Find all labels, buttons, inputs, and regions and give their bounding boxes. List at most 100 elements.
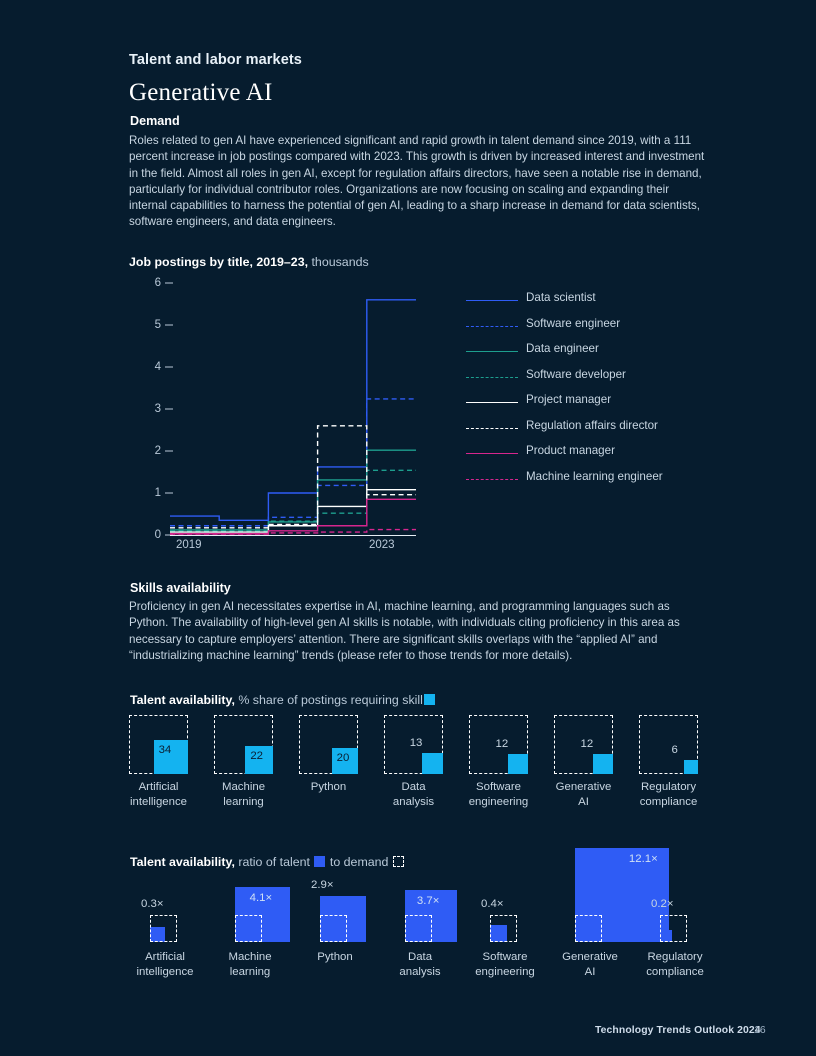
y-tick-label: 3 <box>154 403 161 415</box>
value-label: 13 <box>409 736 423 749</box>
ratio-value-label: 4.1× <box>249 892 273 905</box>
demand-body: Roles related to gen AI have experienced… <box>129 134 705 229</box>
legend-label: Product manager <box>526 444 615 457</box>
legend-item: Software developer <box>466 367 726 393</box>
y-tick-label: 0 <box>154 529 161 541</box>
legend-line-swatch-icon <box>466 376 518 378</box>
demand-reference-box <box>575 915 602 942</box>
bar-cell: 22 Machine learning <box>214 715 273 824</box>
category-label: Software engineering <box>468 781 529 808</box>
category-label: Artificial intelligence <box>136 951 194 978</box>
category-label: Regulatory compliance <box>639 781 698 808</box>
ratio-legend-demand-swatch-icon <box>392 856 404 867</box>
legend-label: Software engineer <box>526 316 621 330</box>
share-chart-title-bold: Talent availability, <box>130 693 235 707</box>
legend-line-swatch-icon <box>466 402 518 403</box>
demand-reference-box <box>660 915 687 942</box>
legend-line-swatch-icon <box>466 427 518 429</box>
category-label: Artificial intelligence <box>130 781 187 808</box>
demand-reference-box <box>320 915 347 942</box>
footer-source: Technology Trends Outlook 2024 <box>595 1025 761 1036</box>
value-label: 34 <box>158 743 172 756</box>
legend-item: Software engineer <box>466 316 726 342</box>
bar-cell: 34 Artificial intelligence <box>129 715 188 824</box>
bar-cell: 12 Generative AI <box>554 715 613 824</box>
legend-line-swatch-icon <box>466 300 518 301</box>
category-label: Regulatory compliance <box>646 951 704 978</box>
value-label: 12 <box>580 737 594 750</box>
legend-label: Machine learning engineer <box>526 469 663 483</box>
category-label: Machine learning <box>228 951 272 978</box>
category-label: Generative AI <box>555 781 612 808</box>
share-chart-title-rest: % share of postings requiring skill <box>234 693 423 707</box>
bar-cell: 20 Python <box>299 715 358 824</box>
demand-reference-box <box>235 915 262 942</box>
legend-item: Project manager <box>466 392 726 418</box>
legend-line-swatch-icon <box>466 478 518 480</box>
job-postings-step-chart: 0 1 2 3 4 5 6 2019 2023 <box>129 277 429 558</box>
ratio-cell: 4.1× Machine learning <box>214 872 299 982</box>
legend-item: Data engineer <box>466 341 726 367</box>
bar-cell: 13 Data analysis <box>384 715 443 824</box>
legend-item: Product manager <box>466 443 726 469</box>
legend-label: Data engineer <box>526 342 599 355</box>
legend-line-swatch-icon <box>466 453 518 454</box>
demand-reference-box <box>490 915 517 942</box>
ratio-cell: 2.9× Python <box>299 872 384 982</box>
y-tick-label: 5 <box>154 319 161 331</box>
legend-label: Project manager <box>526 393 612 406</box>
ratio-value-label: 12.1× <box>628 853 658 866</box>
page-title: Generative AI <box>129 79 273 106</box>
value-square <box>592 753 613 774</box>
y-tick-label: 1 <box>154 487 161 499</box>
share-legend-swatch-icon <box>423 694 435 705</box>
stepchart-title-bold: Job postings by title, 2019–23, <box>129 255 309 269</box>
category-label: Generative AI <box>562 951 618 978</box>
demand-heading: Demand <box>130 114 180 128</box>
legend-item: Data scientist <box>466 290 726 316</box>
skills-heading: Skills availability <box>130 581 231 595</box>
y-tick-label: 4 <box>154 361 161 373</box>
bar-cell: 6 Regulatory compliance <box>639 715 698 824</box>
skills-body: Proficiency in gen AI necessitates exper… <box>129 600 680 662</box>
share-of-postings-chart: 34 Artificial intelligence 22 Machine learn… <box>129 715 719 820</box>
ratio-cell: 0.4× Software engineering <box>469 872 554 982</box>
document-page: Talent and labor markets Generative AI D… <box>0 0 816 1056</box>
value-label: 12 <box>495 737 509 750</box>
ratio-cell: 0.3× Artificial intelligence <box>129 872 214 982</box>
talent-to-demand-ratio-chart: 0.3× Artificial intelligence 4.1× Machine l… <box>129 848 719 982</box>
page-kicker: Talent and labor markets <box>129 52 302 68</box>
ratio-cell: 12.1× Generative AI <box>554 848 669 982</box>
stepchart-title: Job postings by title, 2019–23, thousand… <box>129 255 369 269</box>
ratio-legend-talent-swatch-icon <box>314 856 326 867</box>
ratio-value-label: 3.7× <box>416 895 440 908</box>
value-label: 20 <box>336 751 350 764</box>
series-line <box>170 425 416 529</box>
category-label: Data analysis <box>392 781 435 808</box>
value-square <box>507 753 528 774</box>
value-label: 6 <box>671 743 678 756</box>
category-label: Software engineering <box>475 951 535 978</box>
x-tick-label-end: 2023 <box>369 539 395 551</box>
y-tick-label: 6 <box>154 277 161 289</box>
ratio-chart-title-bold: Talent availability, <box>130 855 235 869</box>
share-chart-title: Talent availability, % share of postings… <box>130 693 436 707</box>
y-tick-label: 2 <box>154 445 161 457</box>
category-label: Data analysis <box>399 951 441 978</box>
series-line <box>170 299 416 521</box>
category-label: Machine learning <box>221 781 266 808</box>
series-line <box>170 398 416 527</box>
category-label: Python <box>310 781 347 793</box>
legend-label: Regulation affairs director <box>526 418 658 432</box>
y-axis: 0 1 2 3 4 5 6 <box>129 277 175 558</box>
value-square <box>683 759 698 774</box>
ratio-value-label: 2.9× <box>311 879 334 892</box>
demand-reference-box <box>405 915 432 942</box>
legend-line-swatch-icon <box>466 351 518 352</box>
x-tick-label-start: 2019 <box>176 539 202 551</box>
ratio-chart-title: Talent availability, ratio of talent to … <box>130 855 405 869</box>
category-label: Python <box>317 951 353 963</box>
ratio-value-label: 0.4× <box>481 898 504 910</box>
legend-label: Software developer <box>526 367 626 381</box>
legend-item: Regulation affairs director <box>466 418 726 444</box>
